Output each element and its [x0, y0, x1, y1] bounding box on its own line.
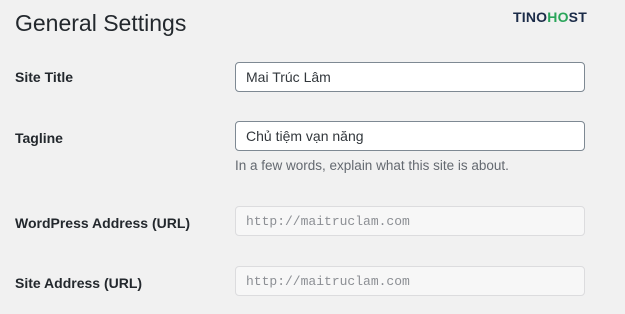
site-title-input[interactable]	[235, 62, 585, 92]
site-address-input[interactable]	[235, 266, 585, 296]
brand-logo-suffix: ST	[568, 9, 587, 25]
brand-logo-accent: HO	[547, 9, 569, 25]
wordpress-address-input[interactable]	[235, 206, 585, 236]
site-title-label: Site Title	[15, 69, 74, 85]
brand-logo-prefix: TINO	[513, 9, 548, 25]
brand-logo: TINOHOST	[513, 8, 587, 26]
tagline-input[interactable]	[235, 121, 585, 151]
tagline-description: In a few words, explain what this site i…	[235, 158, 509, 173]
page-title: General Settings	[15, 10, 187, 36]
wordpress-address-label: WordPress Address (URL)	[15, 215, 191, 231]
tagline-label: Tagline	[15, 130, 63, 146]
site-address-label: Site Address (URL)	[15, 275, 143, 291]
